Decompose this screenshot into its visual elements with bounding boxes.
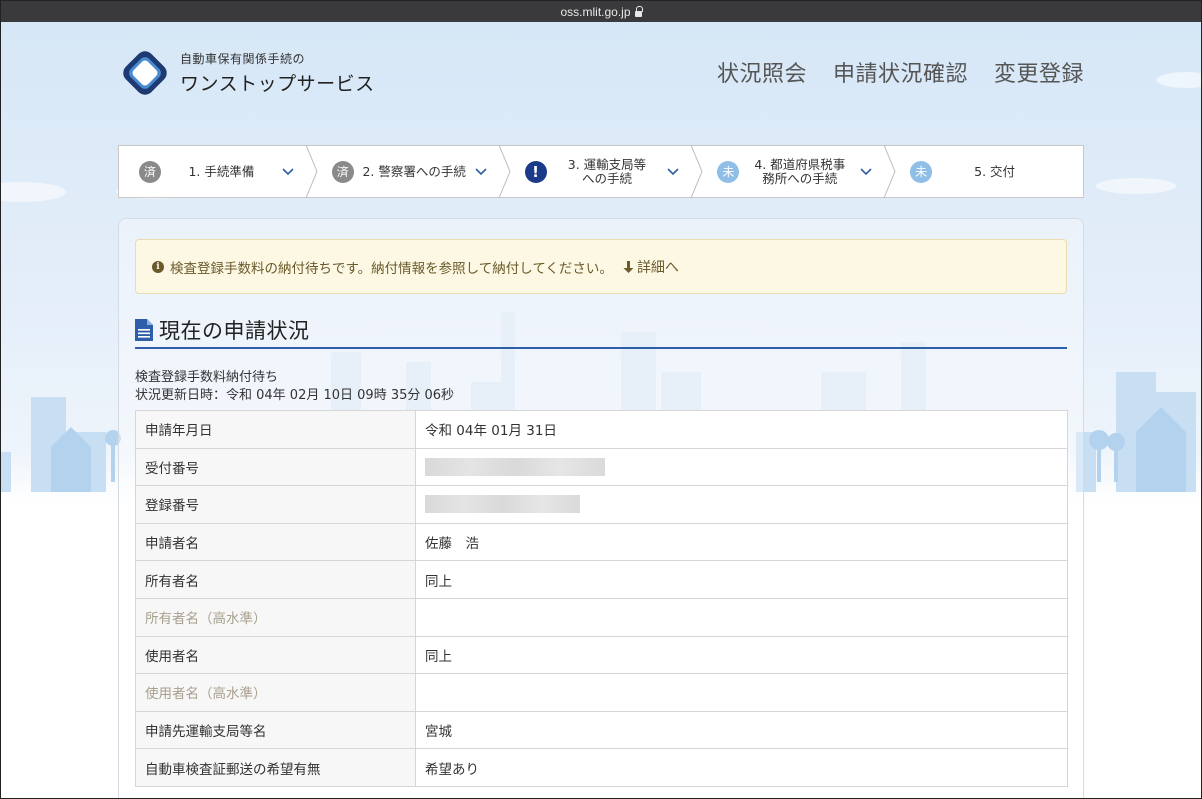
step-todo-badge: 未: [717, 160, 740, 183]
screenshot-frame: oss.mlit.go.jp 自動車保有関係手続の ワンストップサービス 状況照…: [0, 0, 1202, 799]
document-icon: [135, 319, 153, 341]
table-row: 所有者名 同上: [135, 560, 1068, 599]
table-row: 所有者名（高水準）: [135, 597, 1068, 637]
step-4[interactable]: 未 4. 都道府県税事務所への手続: [697, 145, 896, 198]
row-value: [415, 485, 1068, 524]
nav-status-inquiry[interactable]: 状況照会: [717, 56, 807, 88]
row-label: 所有者名: [135, 560, 416, 599]
step-divider: [305, 145, 318, 198]
row-label: 申請者名: [135, 522, 416, 562]
step-label: 2. 警察署への手続: [362, 163, 466, 179]
site-header: 自動車保有関係手続の ワンストップサービス 状況照会 申請状況確認 変更登録: [118, 46, 1084, 106]
table-row: 申請先運輸支局等名 宮城: [135, 710, 1068, 750]
row-value: 宮城: [415, 710, 1068, 750]
step-3[interactable]: ! 3. 運輸支局等への手続: [505, 145, 703, 198]
step-2[interactable]: 済 2. 警察署への手続: [312, 145, 511, 198]
step-todo-badge: 未: [910, 160, 933, 183]
row-label: 自動車検査証郵送の希望有無: [135, 748, 416, 787]
notice-text: 検査登録手数料の納付待ちです。納付情報を参照して納付してください。: [170, 260, 613, 277]
page: 自動車保有関係手続の ワンストップサービス 状況照会 申請状況確認 変更登録 済…: [1, 22, 1201, 798]
row-label: 所有者名（高水準）: [135, 597, 416, 637]
nav-change-registration[interactable]: 変更登録: [994, 56, 1084, 88]
step-divider: [691, 145, 703, 198]
info-icon: i: [152, 260, 164, 273]
progress-steps: 済 1. 手続準備 済 2. 警察署への手続 ! 3. 運輸支局等への手続 未 …: [118, 145, 1084, 198]
section-title: 現在の申請状況: [159, 319, 310, 343]
browser-url-bar[interactable]: oss.mlit.go.jp: [1, 1, 1201, 22]
url-text: oss.mlit.go.jp: [560, 4, 631, 19]
row-label: 申請年月日: [135, 410, 416, 449]
status-summary: 検査登録手数料納付待ち 状況更新日時：令和 04年 02月 10日 09時 35…: [135, 369, 454, 405]
row-value: 令和 04年 01月 31日: [415, 410, 1068, 449]
step-5[interactable]: 未 5. 交付: [890, 146, 1083, 197]
step-label: 1. 手続準備: [188, 163, 255, 179]
details-link[interactable]: 詳細へ: [623, 257, 679, 277]
status-text: 検査登録手数料納付待ち: [135, 370, 279, 385]
row-value: 希望あり: [415, 748, 1068, 787]
row-label: 申請先運輸支局等名: [135, 710, 416, 750]
table-row: 受付番号: [135, 447, 1068, 487]
step-label: 3. 運輸支局等への手続: [567, 156, 647, 186]
details-link-label: 詳細へ: [636, 259, 679, 276]
chevron-down-icon[interactable]: [667, 167, 679, 176]
row-value: 同上: [415, 635, 1068, 675]
step-done-badge: 済: [139, 160, 161, 183]
step-label: 4. 都道府県税事務所への手続: [754, 156, 846, 186]
table-row: 自動車検査証郵送の希望有無 希望あり: [135, 748, 1068, 787]
logo-title: ワンストップサービス: [180, 73, 375, 95]
logo-subtitle: 自動車保有関係手続の: [180, 52, 306, 66]
table-row: 申請年月日 令和 04年 01月 31日: [135, 410, 1068, 449]
step-alert-badge: !: [524, 160, 547, 183]
status-updated-at: 状況更新日時：令和 04年 02月 10日 09時 35分 06秒: [135, 388, 455, 403]
payment-notice: i 検査登録手数料の納付待ちです。納付情報を参照して納付してください。 詳細へ: [135, 239, 1067, 294]
table-row: 使用者名 同上: [135, 635, 1068, 675]
row-label: 登録番号: [135, 485, 416, 524]
section-header: 現在の申請状況: [135, 313, 1067, 349]
table-row: 申請者名 佐藤 浩: [135, 522, 1068, 562]
application-status-card: i 検査登録手数料の納付待ちです。納付情報を参照して納付してください。 詳細へ …: [118, 218, 1084, 798]
step-divider: [498, 145, 511, 198]
row-value: [415, 597, 1068, 637]
row-value: 佐藤 浩: [415, 522, 1068, 562]
logo-mark-icon: [123, 51, 167, 95]
chevron-down-icon[interactable]: [860, 167, 872, 176]
table-row: 使用者名（高水準）: [135, 673, 1068, 712]
application-details-table: 申請年月日 令和 04年 01月 31日 受付番号 登録番号 申請者名 佐藤 浩: [135, 410, 1068, 787]
step-divider: [884, 145, 896, 198]
nav-application-status[interactable]: 申請状況確認: [833, 56, 968, 88]
site-logo[interactable]: 自動車保有関係手続の ワンストップサービス: [118, 46, 375, 100]
row-label: 使用者名（高水準）: [135, 673, 416, 712]
row-value: [415, 447, 1068, 487]
chevron-down-icon[interactable]: [282, 167, 294, 176]
step-label: 5. 交付: [974, 163, 1016, 179]
row-value: 同上: [415, 560, 1068, 599]
row-label: 受付番号: [135, 447, 416, 487]
step-1[interactable]: 済 1. 手続準備: [119, 145, 318, 198]
chevron-down-icon[interactable]: [475, 167, 487, 176]
row-value: [415, 673, 1068, 712]
top-navigation: 状況照会 申請状況確認 変更登録: [717, 56, 1084, 88]
redacted-value: [425, 457, 605, 476]
row-label: 使用者名: [135, 635, 416, 675]
step-done-badge: 済: [331, 160, 354, 183]
arrow-down-icon: [623, 260, 634, 273]
lock-icon: [634, 5, 643, 17]
redacted-value: [425, 495, 580, 514]
table-row: 登録番号: [135, 485, 1068, 524]
